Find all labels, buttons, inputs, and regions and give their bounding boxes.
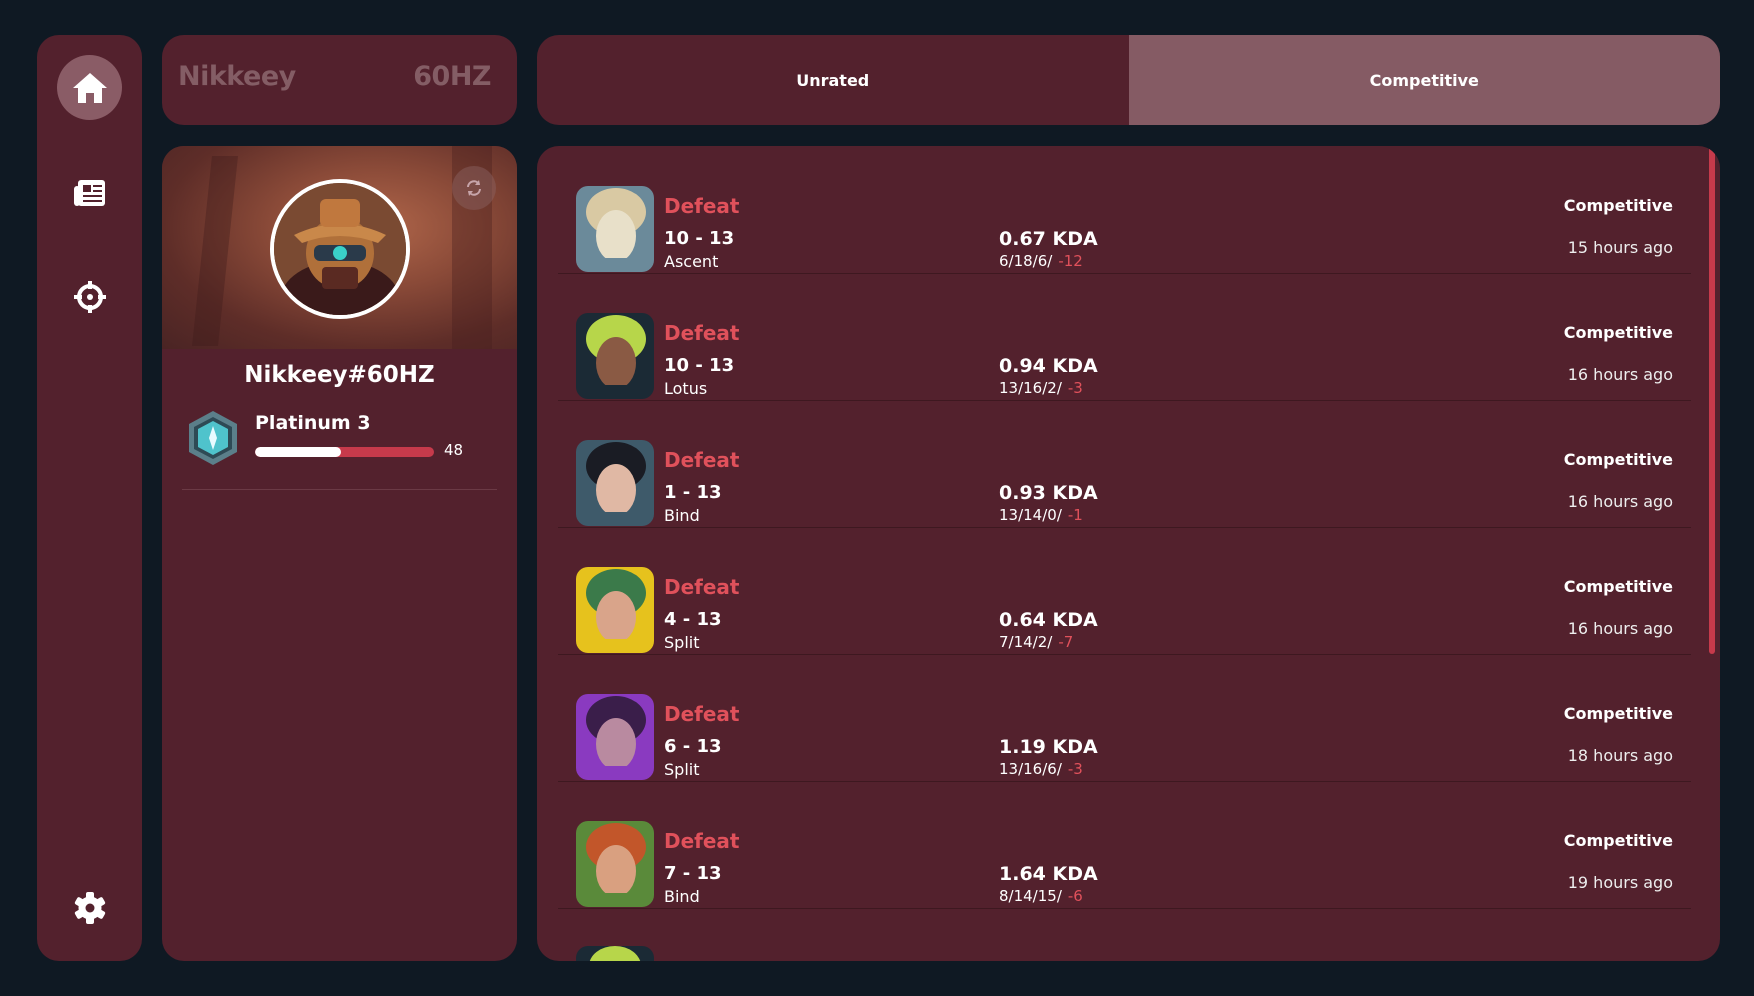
match-map: Split [664, 760, 700, 779]
match-kda: 0.67 KDA [999, 228, 1098, 250]
match-time: 16 hours ago [1567, 619, 1673, 638]
rr-change: -7 [1058, 633, 1074, 651]
kills-deaths-assists: 8/14/15/ [999, 887, 1062, 905]
match-kda-line: 13/16/6/ -3 [999, 760, 1083, 778]
profile-card: Nikkeey#60HZ Platinum 3 48 [162, 146, 517, 961]
rr-change: -3 [1067, 379, 1083, 397]
rank-name: Platinum 3 [255, 412, 371, 434]
kills-deaths-assists: 13/16/2/ [999, 379, 1062, 397]
match-kda-line: 13/16/2/ -3 [999, 379, 1083, 397]
avatar [270, 179, 410, 319]
match-result: Defeat [664, 702, 740, 726]
match-kda: 1.19 KDA [999, 736, 1098, 758]
match-kda-line: 8/14/15/ -6 [999, 887, 1083, 905]
scrollbar[interactable] [1709, 146, 1715, 654]
match-mode: Competitive [1563, 577, 1673, 596]
nav-home-button[interactable] [57, 55, 122, 120]
match-mode: Competitive [1563, 323, 1673, 342]
tab-competitive[interactable]: Competitive [1128, 35, 1720, 125]
player-name-header: Nikkeey 60HZ [162, 35, 517, 125]
match-history[interactable]: Defeat 10 - 13 Ascent 0.67 KDA 6/18/6/ -12 Com… [537, 146, 1720, 961]
match-kda: 0.93 KDA [999, 482, 1098, 504]
agent-portrait [576, 821, 654, 907]
nav-news-button[interactable] [57, 160, 122, 225]
match-kda: 1.64 KDA [999, 863, 1098, 885]
match-mode: Competitive [1563, 450, 1673, 469]
match-mode: Competitive [1563, 704, 1673, 723]
match-result: Defeat [664, 829, 740, 853]
divider [182, 489, 497, 490]
match-row[interactable]: Defeat 1 - 13 Bind 0.93 KDA 13/14/0/ -1 Compet… [558, 400, 1691, 528]
match-time: 18 hours ago [1567, 746, 1673, 765]
rr-change: -1 [1067, 506, 1083, 524]
match-row[interactable]: Defeat 10 - 13 Lotus 0.94 KDA 13/16/2/ -3 Comp… [558, 273, 1691, 401]
match-map: Lotus [664, 379, 708, 398]
match-score: 10 - 13 [664, 355, 735, 376]
match-kda: 0.94 KDA [999, 355, 1098, 377]
match-result: Defeat [664, 575, 740, 599]
match-mode: Competitive [1563, 196, 1673, 215]
match-mode: Competitive [1563, 831, 1673, 850]
agent-portrait [576, 186, 654, 272]
match-time: 15 hours ago [1567, 238, 1673, 257]
agent-portrait [576, 440, 654, 526]
match-time: 16 hours ago [1567, 365, 1673, 384]
gear-icon [74, 891, 105, 924]
match-time: 19 hours ago [1567, 873, 1673, 892]
rr-change: -6 [1067, 887, 1083, 905]
settings-button[interactable] [57, 875, 122, 940]
rank-rating-bar [255, 447, 434, 457]
match-score: 10 - 13 [664, 228, 735, 249]
agent-portrait [576, 946, 654, 961]
match-score: 7 - 13 [664, 863, 722, 884]
player-tag: 60HZ [413, 61, 491, 92]
refresh-icon [467, 180, 481, 196]
crosshair-icon [73, 280, 106, 313]
agent-portrait [576, 567, 654, 653]
agent-portrait [576, 694, 654, 780]
match-kda: 0.64 KDA [999, 609, 1098, 631]
queue-tabs: Unrated Competitive [537, 35, 1720, 125]
nav-crosshair-button[interactable] [57, 264, 122, 329]
home-icon [72, 72, 107, 103]
kills-deaths-assists: 13/16/6/ [999, 760, 1062, 778]
riot-id: Nikkeey#60HZ [244, 362, 435, 388]
kills-deaths-assists: 13/14/0/ [999, 506, 1062, 524]
kills-deaths-assists: 6/18/6/ [999, 252, 1053, 270]
avatar-image [274, 183, 406, 315]
kills-deaths-assists: 7/14/2/ [999, 633, 1053, 651]
match-time: 16 hours ago [1567, 492, 1673, 511]
match-result: Defeat [664, 194, 740, 218]
match-result: Defeat [664, 448, 740, 472]
match-kda-line: 13/14/0/ -1 [999, 506, 1083, 524]
match-map: Ascent [664, 252, 719, 271]
match-result: Defeat [664, 321, 740, 345]
match-map: Bind [664, 887, 700, 906]
match-score: 6 - 13 [664, 736, 722, 757]
newspaper-icon [73, 179, 105, 206]
match-map: Split [664, 633, 700, 652]
rr-change: -3 [1067, 760, 1083, 778]
match-score: 4 - 13 [664, 609, 722, 630]
refresh-button[interactable] [452, 166, 496, 210]
match-row[interactable]: Defeat 10 - 13 Ascent 0.67 KDA 6/18/6/ -12 Com… [558, 146, 1691, 274]
match-score: 1 - 13 [664, 482, 722, 503]
rr-change: -12 [1058, 252, 1083, 270]
match-kda-line: 6/18/6/ -12 [999, 252, 1083, 270]
player-name: Nikkeey [178, 61, 296, 92]
match-kda-line: 7/14/2/ -7 [999, 633, 1073, 651]
agent-portrait [576, 313, 654, 399]
rank-rating-value: 48 [444, 441, 464, 459]
match-row[interactable]: Defeat 7 - 13 Bind 1.64 KDA 8/14/15/ -6 Compet… [558, 781, 1691, 909]
match-row[interactable]: Defeat 4 - 13 Split 0.64 KDA 7/14/2/ -7 Compet… [558, 527, 1691, 655]
sidebar [37, 35, 142, 961]
match-row[interactable]: Defeat 6 - 13 Split 1.19 KDA 13/16/6/ -3 Compe… [558, 654, 1691, 782]
match-map: Bind [664, 506, 700, 525]
rank-icon [184, 409, 242, 467]
rank-rating-fill [255, 447, 341, 457]
tab-unrated[interactable]: Unrated [537, 35, 1129, 125]
